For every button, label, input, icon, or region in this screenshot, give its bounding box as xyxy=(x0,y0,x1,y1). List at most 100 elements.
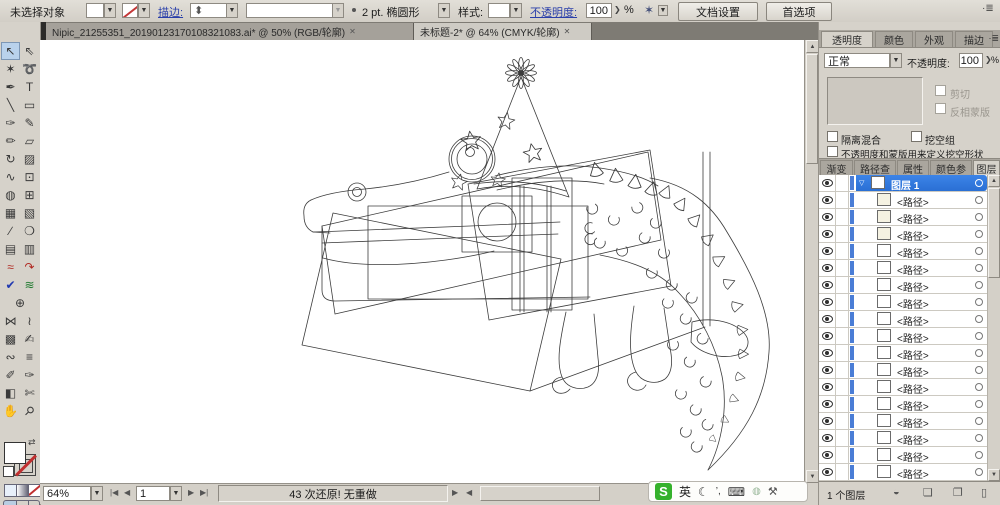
lock-column[interactable] xyxy=(835,464,849,480)
delete-layer-icon[interactable]: ▯ xyxy=(981,486,987,499)
wave-tool[interactable]: ≋ xyxy=(20,276,39,294)
grid-chart-tool[interactable]: ▩ xyxy=(1,330,20,348)
target-circle[interactable] xyxy=(975,383,983,391)
target-circle[interactable] xyxy=(975,366,983,374)
layers-scroll-up[interactable]: ▲ xyxy=(988,175,1000,187)
first-page-icon[interactable]: |◀ xyxy=(110,488,118,497)
path-thumbnail[interactable] xyxy=(877,227,891,240)
visibility-eye-icon[interactable] xyxy=(822,179,833,187)
style-arrow[interactable]: ▼ xyxy=(510,3,522,18)
annotation-tool[interactable]: ✍ xyxy=(20,330,39,348)
canvas[interactable] xyxy=(40,40,804,483)
target-circle[interactable] xyxy=(975,196,983,204)
path-label[interactable]: <路径> xyxy=(897,415,929,430)
visibility-eye-icon[interactable] xyxy=(822,349,833,357)
swap-fill-stroke-icon[interactable]: ⇄ xyxy=(28,437,36,448)
stroke-swatch-none[interactable] xyxy=(122,3,138,18)
visibility-eye-icon[interactable] xyxy=(822,315,833,323)
layer-row[interactable]: <路径> xyxy=(819,209,1000,226)
visibility-eye-icon[interactable] xyxy=(822,400,833,408)
visibility-eye-icon[interactable] xyxy=(822,366,833,374)
target-circle[interactable] xyxy=(975,213,983,221)
path-thumbnail[interactable] xyxy=(877,278,891,291)
column-graph-tool[interactable]: ▥ xyxy=(20,240,39,258)
squiggle-tool[interactable]: ∾ xyxy=(1,348,20,366)
layer-row[interactable]: <路径> xyxy=(819,192,1000,209)
tab-appearance[interactable]: 外观 xyxy=(915,31,953,47)
selection-tool[interactable]: ↖ xyxy=(1,42,20,60)
gradient-tool[interactable]: ▧ xyxy=(20,204,39,222)
tab-transparency[interactable]: 透明度 xyxy=(821,31,873,47)
visibility-eye-icon[interactable] xyxy=(822,281,833,289)
lock-column[interactable] xyxy=(835,447,849,463)
stroke-dropdown-arrow[interactable]: ▼ xyxy=(138,3,150,18)
path-label[interactable]: <路径> xyxy=(897,211,929,226)
prev-page-icon[interactable]: ◀ xyxy=(124,488,130,497)
pen-tool[interactable]: ✒ xyxy=(1,78,20,96)
target-circle[interactable] xyxy=(975,417,983,425)
zoom-dropdown-arrow[interactable]: ▼ xyxy=(91,486,103,501)
blend-mode-dropdown[interactable]: 正常 xyxy=(824,53,890,68)
tab-stroke[interactable]: 描边 xyxy=(955,31,993,47)
visibility-eye-icon[interactable] xyxy=(822,230,833,238)
visibility-eye-icon[interactable] xyxy=(822,247,833,255)
brush-value[interactable]: 2 pt. 椭圆形 xyxy=(362,4,419,20)
visibility-eye-icon[interactable] xyxy=(822,434,833,442)
path-thumbnail[interactable] xyxy=(877,465,891,478)
lock-column[interactable] xyxy=(835,209,849,225)
isolate-checkbox[interactable] xyxy=(827,131,838,142)
document-setup-button[interactable]: 文档设置 xyxy=(678,2,758,21)
target-circle[interactable] xyxy=(975,349,983,357)
ime-punct-icon[interactable]: ’, xyxy=(716,486,721,497)
visibility-eye-icon[interactable] xyxy=(822,468,833,476)
target-circle[interactable] xyxy=(975,315,983,323)
path-thumbnail[interactable] xyxy=(877,397,891,410)
lock-column[interactable] xyxy=(835,226,849,242)
panel-menu-icon[interactable]: ·≣ xyxy=(988,33,999,44)
layers-scrollbar[interactable]: ▲ ▼ xyxy=(987,175,1000,481)
visibility-eye-icon[interactable] xyxy=(822,332,833,340)
target-circle[interactable] xyxy=(975,179,983,187)
ime-wrench-icon[interactable]: ⚒ xyxy=(768,485,778,498)
rectangle-tool[interactable]: ▭ xyxy=(20,96,39,114)
path-thumbnail[interactable] xyxy=(877,414,891,427)
paintbrush-tool[interactable]: ✑ xyxy=(1,114,20,132)
visibility-eye-icon[interactable] xyxy=(822,264,833,272)
path-thumbnail[interactable] xyxy=(877,448,891,461)
sogou-logo-icon[interactable]: S xyxy=(655,483,672,500)
ime-skin-icon[interactable]: ◍ xyxy=(752,486,761,497)
brush-arrow[interactable]: ▼ xyxy=(438,3,450,18)
document-tab-active[interactable]: 未标题-2* @ 64% (CMYK/轮廓) ✕ xyxy=(414,23,592,40)
tab-gradient[interactable]: 渐变 xyxy=(820,160,853,176)
layer-row[interactable]: <路径> xyxy=(819,396,1000,413)
path-label[interactable]: <路径> xyxy=(897,432,929,447)
tab-close-icon[interactable]: ✕ xyxy=(349,27,356,36)
measure-tool[interactable]: ✐ xyxy=(1,366,20,384)
target-circle[interactable] xyxy=(975,264,983,272)
path-label[interactable]: <路径> xyxy=(897,449,929,464)
target-circle[interactable] xyxy=(975,400,983,408)
symbol-sprayer-tool[interactable]: ▤ xyxy=(1,240,20,258)
clip-checkbox[interactable] xyxy=(935,85,946,96)
new-layer-icon[interactable]: ❐ xyxy=(953,486,963,499)
make-clip-mask-icon[interactable]: ◒ xyxy=(893,486,900,498)
tab-close-icon[interactable]: ✕ xyxy=(564,27,571,36)
path-thumbnail[interactable] xyxy=(877,261,891,274)
visibility-eye-icon[interactable] xyxy=(822,213,833,221)
path-label[interactable]: <路径> xyxy=(897,398,929,413)
panel-opacity-field[interactable]: 100 xyxy=(959,53,983,68)
last-page-icon[interactable]: ▶| xyxy=(200,488,208,497)
path-label[interactable]: <路径> xyxy=(897,245,929,260)
layer-row[interactable]: <路径> xyxy=(819,379,1000,396)
canvas-vscrollbar[interactable]: ▲ ▼ xyxy=(804,40,819,483)
wand-arrow[interactable]: ▼ xyxy=(658,5,668,16)
lock-column[interactable] xyxy=(835,379,849,395)
expand-triangle-icon[interactable]: ▽ xyxy=(859,179,864,187)
hscroll-thumb[interactable] xyxy=(480,486,600,501)
zoom-level-dropdown[interactable]: 64% xyxy=(43,486,91,501)
ime-toolbar[interactable]: S 英 ☾ ’, ⌨ ◍ ⚒ xyxy=(648,481,808,502)
flag-tool[interactable]: ≀ xyxy=(20,312,39,330)
layer-row[interactable]: <路径> xyxy=(819,328,1000,345)
lock-column[interactable] xyxy=(835,413,849,429)
type-tool[interactable]: T xyxy=(20,78,39,96)
